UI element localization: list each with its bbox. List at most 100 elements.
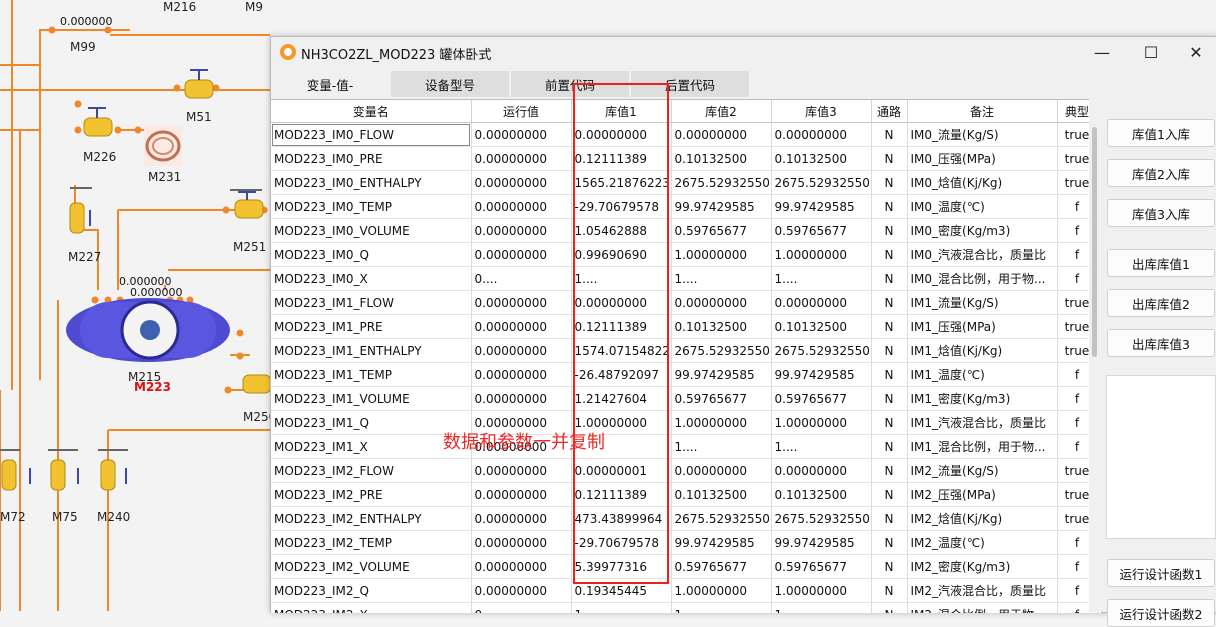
cell-run[interactable]: 0.00000000	[471, 530, 572, 555]
cell-note[interactable]: IM2_密度(Kg/m3)	[907, 554, 1058, 579]
cell-name[interactable]: MOD223_IM2_TEMP	[271, 530, 472, 555]
table-row[interactable]: MOD223_IM0_Q 0.00000000 0.99690690 1.000000…	[271, 242, 1098, 267]
load-value2-button[interactable]: 出库库值2	[1107, 289, 1215, 317]
cell-run[interactable]: 0....	[471, 602, 572, 613]
cell-v3[interactable]: 1....	[771, 602, 872, 613]
table-row[interactable]: MOD223_IM0_TEMP 0.00000000 -29.70679578 99.…	[271, 194, 1098, 219]
table-row[interactable]: MOD223_IM2_FLOW 0.00000000 0.00000001 0.000…	[271, 458, 1098, 483]
tab-variables[interactable]: 变量-值-	[271, 71, 389, 97]
cell-name[interactable]: MOD223_IM0_FLOW	[271, 122, 472, 147]
column-header[interactable]: 变量名	[271, 100, 472, 123]
cell-note[interactable]: IM2_压强(MPa)	[907, 482, 1058, 507]
cell-v2[interactable]: 1.00000000	[671, 578, 772, 603]
cell-path[interactable]: N	[871, 506, 908, 531]
table-row[interactable]: MOD223_IM2_PRE 0.00000000 0.12111389 0.1013…	[271, 482, 1098, 507]
cell-v2[interactable]: 0.59765677	[671, 218, 772, 243]
load-value3-button[interactable]: 出库库值3	[1107, 329, 1215, 357]
cell-path[interactable]: N	[871, 338, 908, 363]
cell-path[interactable]: N	[871, 242, 908, 267]
cell-v2[interactable]: 2675.52932550	[671, 338, 772, 363]
cell-v3[interactable]: 0.00000000	[771, 458, 872, 483]
cell-v3[interactable]: 0.10132500	[771, 314, 872, 339]
cell-run[interactable]: 0.00000000	[471, 242, 572, 267]
minimize-button[interactable]: —	[1079, 37, 1125, 67]
table-row[interactable]: MOD223_IM0_VOLUME 0.00000000 1.05462888 0.5…	[271, 218, 1098, 243]
cell-note[interactable]: IM0_密度(Kg/m3)	[907, 218, 1058, 243]
column-header[interactable]: 库值3	[771, 100, 872, 123]
cell-name[interactable]: MOD223_IM1_ENTHALPY	[271, 338, 472, 363]
cell-name[interactable]: MOD223_IM0_Q	[271, 242, 472, 267]
table-row[interactable]: MOD223_IM2_VOLUME 0.00000000 5.39977316 0.5…	[271, 554, 1098, 579]
table-scrollbar[interactable]	[1089, 99, 1101, 612]
cell-note[interactable]: IM0_汽液混合比，质量比	[907, 242, 1058, 267]
cell-path[interactable]: N	[871, 554, 908, 579]
cell-name[interactable]: MOD223_IM0_X	[271, 266, 472, 291]
cell-run[interactable]: 0.00000000	[471, 506, 572, 531]
cell-path[interactable]: N	[871, 578, 908, 603]
cell-run[interactable]: 0.00000000	[471, 458, 572, 483]
column-header[interactable]: 通路	[871, 100, 908, 123]
cell-v2[interactable]: 0.00000000	[671, 122, 772, 147]
variable-table[interactable]: 变量名 运行值 库值1 库值2 库值3 通路 备注 典型 MOD223_IM0_…	[271, 99, 1101, 613]
cell-v2[interactable]: 2675.52932550	[671, 170, 772, 195]
cell-name[interactable]: MOD223_IM2_FLOW	[271, 458, 472, 483]
maximize-button[interactable]: ☐	[1128, 37, 1174, 67]
cell-v3[interactable]: 2675.52932550	[771, 338, 872, 363]
cell-path[interactable]: N	[871, 146, 908, 171]
table-row[interactable]: MOD223_IM1_Q 0.00000000 1.00000000 1.000000…	[271, 410, 1098, 435]
cell-path[interactable]: N	[871, 434, 908, 459]
column-header[interactable]: 运行值	[471, 100, 572, 123]
cell-path[interactable]: N	[871, 194, 908, 219]
cell-note[interactable]: IM0_流量(Kg/S)	[907, 122, 1058, 147]
cell-note[interactable]: IM0_焓值(Kj/Kg)	[907, 170, 1058, 195]
table-row[interactable]: MOD223_IM2_ENTHALPY 0.00000000 473.4389996…	[271, 506, 1098, 531]
table-row[interactable]: MOD223_IM0_X 0.... 1.... 1.... 1.... N IM0_混合比…	[271, 266, 1098, 291]
cell-note[interactable]: IM0_温度(℃)	[907, 194, 1058, 219]
column-header[interactable]: 库值2	[671, 100, 772, 123]
cell-note[interactable]: IM2_流量(Kg/S)	[907, 458, 1058, 483]
table-row[interactable]: MOD223_IM0_ENTHALPY 0.00000000 1565.218762…	[271, 170, 1098, 195]
table-row[interactable]: MOD223_IM1_TEMP 0.00000000 -26.48792097 99.…	[271, 362, 1098, 387]
cell-v2[interactable]: 1.00000000	[671, 242, 772, 267]
cell-v2[interactable]: 1....	[671, 266, 772, 291]
cell-run[interactable]: 0.00000000	[471, 218, 572, 243]
cell-v3[interactable]: 1....	[771, 266, 872, 291]
table-row[interactable]: MOD223_IM2_X0....1....1....1....NIM2_混合比…	[271, 602, 1098, 613]
cell-note[interactable]: IM2_混合比例，用于物...	[907, 602, 1058, 613]
title-bar[interactable]: NH3CO2ZL_MOD223 罐体卧式 — ☐ ✕	[271, 37, 1216, 67]
cell-path[interactable]: N	[871, 218, 908, 243]
cell-name[interactable]: MOD223_IM0_VOLUME	[271, 218, 472, 243]
table-row[interactable]: MOD223_IM0_PRE 0.00000000 0.12111389 0.1013…	[271, 146, 1098, 171]
cell-v3[interactable]: 0.00000000	[771, 290, 872, 315]
cell-run[interactable]: 0.00000000	[471, 578, 572, 603]
cell-v2[interactable]: 0.00000000	[671, 290, 772, 315]
cell-name[interactable]: MOD223_IM1_PRE	[271, 314, 472, 339]
cell-name[interactable]: MOD223_IM2_ENTHALPY	[271, 506, 472, 531]
cell-name[interactable]: MOD223_IM1_FLOW	[271, 290, 472, 315]
column-header[interactable]: 备注	[907, 100, 1058, 123]
cell-run[interactable]: 0.00000000	[471, 146, 572, 171]
cell-v3[interactable]: 1.00000000	[771, 242, 872, 267]
cell-note[interactable]: IM1_流量(Kg/S)	[907, 290, 1058, 315]
cell-name[interactable]: MOD223_IM2_VOLUME	[271, 554, 472, 579]
cell-v2[interactable]: 1....	[671, 434, 772, 459]
cell-v2[interactable]: 0.59765677	[671, 554, 772, 579]
cell-run[interactable]: 0.00000000	[471, 314, 572, 339]
cell-note[interactable]: IM2_温度(℃)	[907, 530, 1058, 555]
cell-v3[interactable]: 1.00000000	[771, 578, 872, 603]
cell-name[interactable]: MOD223_IM0_PRE	[271, 146, 472, 171]
store-value2-button[interactable]: 库值2入库	[1107, 159, 1215, 187]
cell-v3[interactable]: 2675.52932550	[771, 170, 872, 195]
cell-v3[interactable]: 99.97429585	[771, 194, 872, 219]
cell-name[interactable]: MOD223_IM0_ENTHALPY	[271, 170, 472, 195]
cell-v3[interactable]: 0.00000000	[771, 122, 872, 147]
cell-name[interactable]: MOD223_IM1_VOLUME	[271, 386, 472, 411]
cell-path[interactable]: N	[871, 458, 908, 483]
cell-v3[interactable]: 1....	[771, 434, 872, 459]
cell-run[interactable]: 0.00000000	[471, 194, 572, 219]
cell-v2[interactable]: 0.59765677	[671, 386, 772, 411]
store-value1-button[interactable]: 库值1入库	[1107, 119, 1215, 147]
table-row[interactable]: MOD223_IM2_Q 0.00000000 0.19345445 1.000000…	[271, 578, 1098, 603]
cell-v3[interactable]: 0.10132500	[771, 146, 872, 171]
cell-v3[interactable]: 1.00000000	[771, 410, 872, 435]
